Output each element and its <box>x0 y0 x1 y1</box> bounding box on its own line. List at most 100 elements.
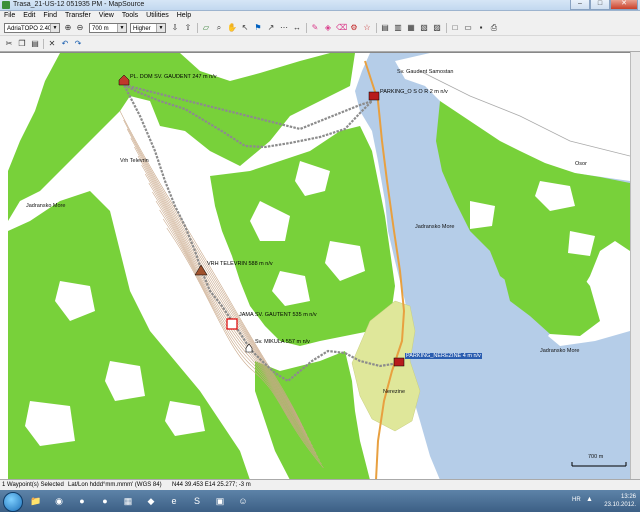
new-file-icon[interactable]: □ <box>450 23 460 33</box>
google-earth-icon[interactable]: ● <box>71 492 93 510</box>
clock[interactable]: 13:26 23.10.2012. <box>604 493 636 509</box>
copy-icon[interactable]: ❐ <box>17 39 27 49</box>
parking-icon[interactable] <box>393 357 405 367</box>
network-icon[interactable]: ▲ <box>586 496 593 503</box>
selection-status: 1 Waypoint(s) Selected <box>2 482 64 488</box>
place-label: Vrh Televrin <box>120 158 149 164</box>
clock-date: 23.10.2012. <box>604 502 636 508</box>
detail-level-select[interactable]: Higher ▼ <box>130 23 166 33</box>
minimize-button[interactable]: – <box>570 0 590 10</box>
app-icon[interactable]: ▣ <box>209 492 231 510</box>
mapsource-icon[interactable]: ▦ <box>117 492 139 510</box>
print-icon[interactable]: ⎙ <box>489 23 499 33</box>
tool-icon-c[interactable]: ▦ <box>406 23 416 33</box>
map-product-select[interactable]: AdriaTOPO 2.40 ▼ <box>4 23 60 33</box>
track-tool-icon[interactable]: ⋯ <box>279 23 289 33</box>
waypoint-label[interactable]: PARKING_NEREZINE 4 m n/v <box>405 353 482 359</box>
selection-tool-icon[interactable]: ↖ <box>240 23 250 33</box>
window-title: Trasa_21-US-12 051935 PM - MapSource <box>13 1 145 8</box>
map-product-value: AdriaTOPO 2.40 <box>7 26 52 32</box>
find-tool-icon[interactable]: ☆ <box>362 23 372 33</box>
waypoint-label[interactable]: PARKING_O S O R 2 m n/v <box>380 89 448 95</box>
menu-transfer[interactable]: Transfer <box>61 11 95 21</box>
erase-tool-icon[interactable]: ⌫ <box>336 23 347 33</box>
language-indicator[interactable]: HR <box>572 497 581 503</box>
waypoint-tool-icon[interactable]: ⚑ <box>253 23 263 33</box>
gps-receive-icon[interactable]: ⇩ <box>170 23 180 33</box>
zoom-out-icon[interactable]: ⊖ <box>75 23 85 33</box>
place-label: Jadransko More <box>415 224 455 230</box>
gps-send-icon[interactable]: ⇧ <box>183 23 193 33</box>
profile-tool-icon[interactable]: ⚙ <box>349 23 359 33</box>
route-tool-icon[interactable]: ↗ <box>266 23 276 33</box>
zoom-in-icon[interactable]: ⊕ <box>63 23 73 33</box>
maximize-button[interactable]: □ <box>590 0 610 10</box>
cursor-coordinates: N44 39.453 E14 25.277; -3 m <box>172 482 251 488</box>
start-button[interactable] <box>3 492 23 512</box>
tool-icon-b[interactable]: ▥ <box>393 23 403 33</box>
save-file-icon[interactable]: ▪ <box>476 23 486 33</box>
firefox-icon[interactable]: ● <box>94 492 116 510</box>
garmin-icon[interactable]: ◆ <box>140 492 162 510</box>
waypoint-label[interactable]: PL. DOM SV. GAUDENT 247 m n/v <box>130 74 217 80</box>
map-vertical-scrollbar[interactable] <box>630 52 640 479</box>
open-file-icon[interactable]: ▭ <box>463 23 473 33</box>
menu-edit[interactable]: Edit <box>19 11 39 21</box>
title-bar[interactable]: Trasa_21-US-12 051935 PM - MapSource – □… <box>0 0 640 11</box>
close-button[interactable]: ✕ <box>610 0 638 10</box>
chrome-icon[interactable]: ◉ <box>48 492 70 510</box>
zoom-tool-icon[interactable]: ⌕ <box>214 23 224 33</box>
paste-icon[interactable]: ▤ <box>30 39 40 49</box>
color-tool-icon[interactable]: ◈ <box>323 23 333 33</box>
scale-label: 700 m <box>588 454 604 460</box>
delete-icon[interactable]: ✕ <box>47 39 57 49</box>
cut-icon[interactable]: ✂ <box>4 39 14 49</box>
internet-explorer-icon[interactable]: e <box>163 492 185 510</box>
chevron-down-icon: ▼ <box>117 24 126 32</box>
map-view[interactable]: PL. DOM SV. GAUDENT 247 m n/v PARKING_O S… <box>0 52 630 480</box>
chevron-down-icon: ▼ <box>156 24 165 32</box>
place-label: Osor <box>575 161 587 167</box>
edit-toolbar: ✂ ❐ ▤ ✕ ↶ ↷ <box>0 37 640 52</box>
cave-icon[interactable] <box>226 318 238 330</box>
chevron-down-icon: ▼ <box>50 24 59 32</box>
windows-explorer-icon[interactable]: 📁 <box>25 492 47 510</box>
position-format: Lat/Lon hddd°mm.mmm' (WGS 84) <box>68 482 162 488</box>
detail-level-value: Higher <box>133 26 151 32</box>
parking-icon-shape <box>393 357 405 367</box>
place-label: Nerezine <box>383 389 406 395</box>
parking-icon[interactable] <box>368 91 380 101</box>
parking-icon-shape <box>368 91 380 101</box>
waypoint-label[interactable]: Sv. MIKULA 557 m n/v <box>255 339 310 345</box>
waypoint-label[interactable]: VRH TELEVRIN 588 m n/v <box>207 261 273 267</box>
tool-icon-a[interactable]: ▤ <box>380 23 390 33</box>
tool-icon-d[interactable]: ▧ <box>419 23 429 33</box>
zoom-level-select[interactable]: 700 m ▼ <box>89 23 127 33</box>
place-label: Jadransko More <box>26 203 66 209</box>
distance-tool-icon[interactable]: ↔ <box>292 23 302 33</box>
skype-icon[interactable]: S <box>186 492 208 510</box>
menu-utilities[interactable]: Utilities <box>142 11 173 21</box>
menu-help[interactable]: Help <box>173 11 195 21</box>
windows-taskbar: 📁 ◉ ● ● ▦ ◆ e S ▣ ☺ HR ▲ 13:26 23.10.2012. <box>0 490 640 512</box>
undo-icon[interactable]: ↶ <box>60 39 70 49</box>
map-tool-icon[interactable]: ▱ <box>201 23 211 33</box>
tool-icon-e[interactable]: ▨ <box>432 23 442 33</box>
main-toolbar: AdriaTOPO 2.40 ▼ ⊕ ⊖ 700 m ▼ Higher ▼ ⇩ … <box>0 21 640 36</box>
menu-file[interactable]: File <box>0 11 19 21</box>
hand-tool-icon[interactable]: ✋ <box>227 23 237 33</box>
draw-tool-icon[interactable]: ✎ <box>310 23 320 33</box>
waypoint-label[interactable]: JAMA SV. GAUTENT 535 m n/v <box>239 312 317 318</box>
menu-view[interactable]: View <box>95 11 118 21</box>
place-label: Sv. Gaudent Samostan <box>397 69 454 75</box>
menu-tools[interactable]: Tools <box>118 11 142 21</box>
place-label: Jadransko More <box>540 348 580 354</box>
menu-find[interactable]: Find <box>39 11 61 21</box>
redo-icon[interactable]: ↷ <box>73 39 83 49</box>
zoom-level-value: 700 m <box>92 26 109 32</box>
clock-time: 13:26 <box>620 494 636 500</box>
mapsource-app-icon <box>2 1 10 9</box>
map-canvas[interactable] <box>0 53 630 480</box>
menu-bar: File Edit Find Transfer View Tools Utili… <box>0 11 640 21</box>
chat-icon[interactable]: ☺ <box>232 492 254 510</box>
